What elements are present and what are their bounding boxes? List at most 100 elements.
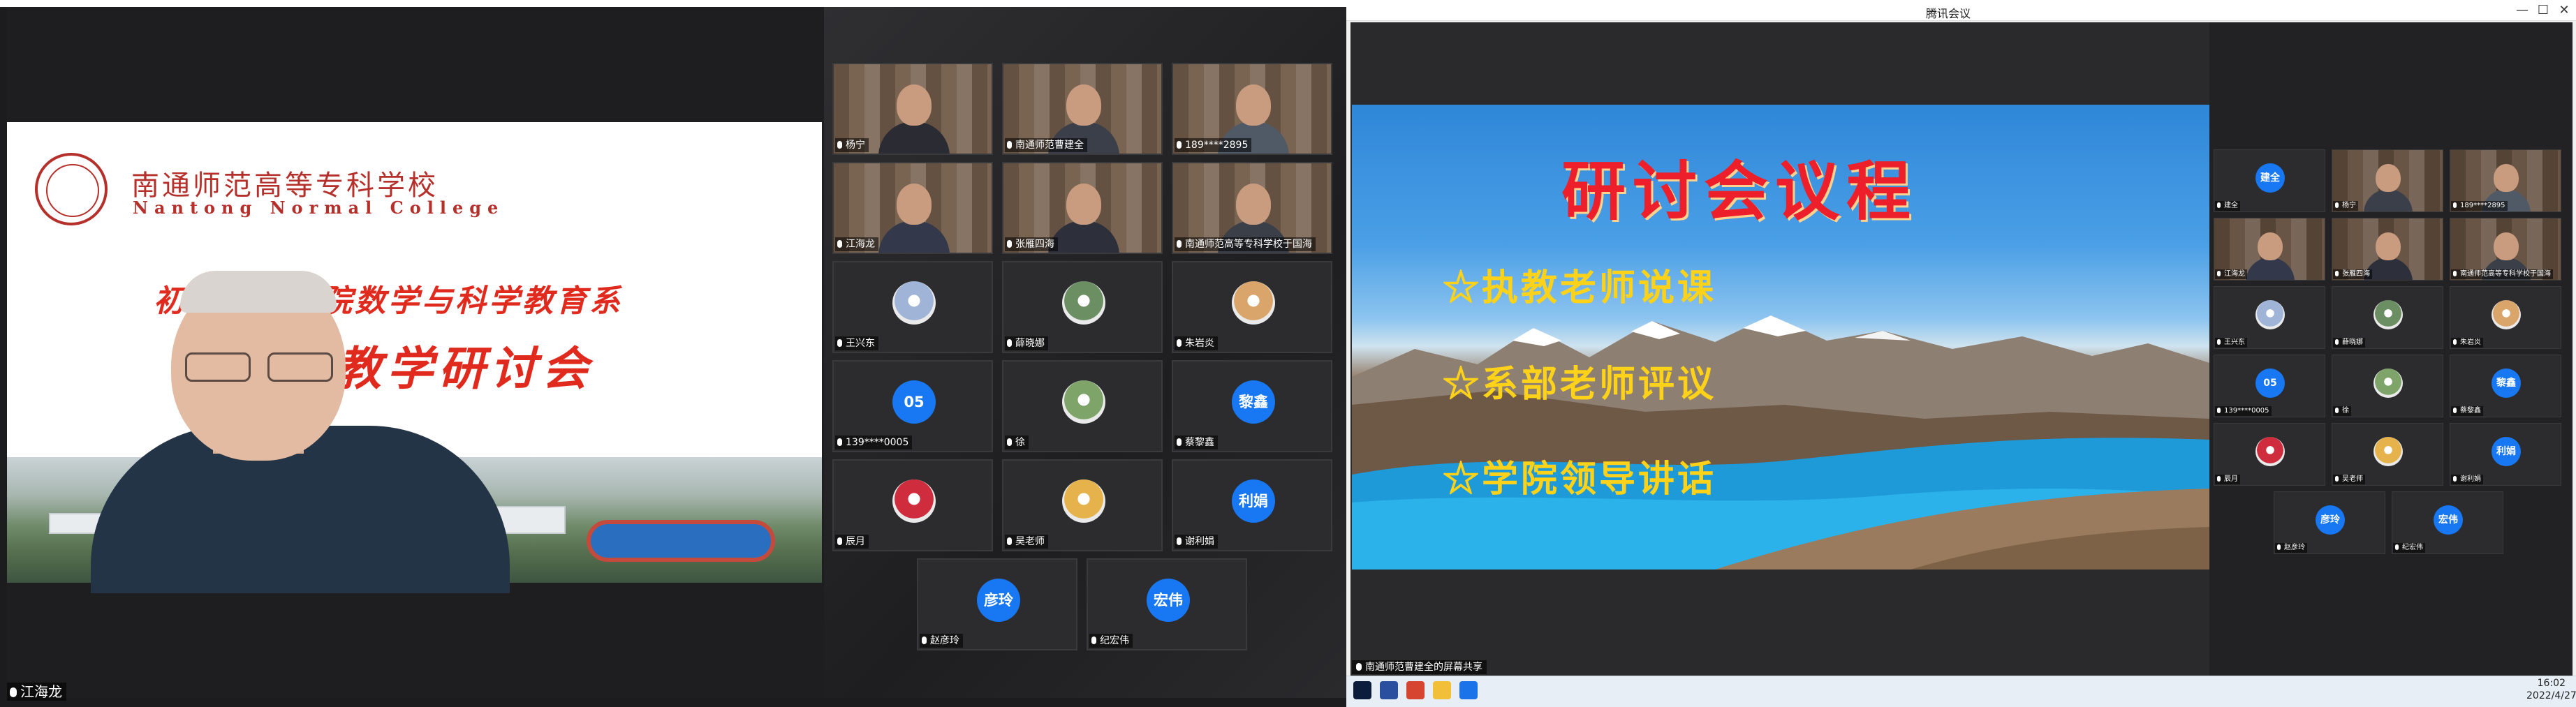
participant-tile[interactable]: 黎鑫 蔡黎鑫 — [2450, 355, 2561, 417]
avatar-initials: 05 — [2255, 368, 2285, 398]
maximize-button[interactable]: ☐ — [2535, 2, 2552, 19]
participant-tile[interactable]: 05 139****0005 — [832, 360, 993, 452]
participant-tile[interactable]: 朱岩炎 — [1172, 261, 1332, 353]
avatar-photo — [892, 281, 936, 325]
participant-name-tag: 辰月 — [835, 535, 869, 549]
participant-tile[interactable]: 南通师范高等专科学校于国海 — [1172, 162, 1332, 254]
minimize-button[interactable]: — — [2514, 2, 2531, 19]
microphone-icon — [1177, 537, 1182, 545]
participant-tile[interactable]: 吴老师 — [1002, 459, 1163, 551]
app-icon[interactable] — [1406, 681, 1425, 699]
avatar-photo — [2373, 299, 2403, 329]
participant-tile[interactable]: 189****2895 — [1172, 63, 1332, 155]
participant-name: 朱岩炎 — [2460, 338, 2481, 346]
participant-tile[interactable]: 宏伟 纪宏伟 — [1087, 558, 1247, 650]
microphone-icon — [1007, 141, 1012, 149]
participant-name: 薛晓娜 — [1015, 338, 1045, 349]
microphone-icon — [1007, 240, 1012, 248]
participant-tile[interactable]: 南通师范曹建全 — [1002, 63, 1163, 155]
right-participant-grid — [2209, 22, 2573, 676]
participant-name: 139****0005 — [846, 437, 909, 448]
meeting-icon[interactable] — [1459, 681, 1478, 699]
participant-name: 谢利娟 — [2460, 475, 2481, 483]
participant-name-tag: 南通师范曹建全 — [1005, 138, 1087, 152]
participant-name-tag: 139****0005 — [2215, 406, 2272, 416]
participant-tile[interactable]: 朱岩炎 — [2450, 286, 2561, 349]
microphone-icon — [837, 339, 842, 347]
participant-name: 王兴东 — [846, 338, 875, 349]
screen-share-status: 南通师范曹建全的屏幕共享 — [1352, 660, 1487, 674]
close-button[interactable]: ✕ — [2556, 2, 2573, 19]
microphone-icon — [2277, 544, 2281, 550]
participant-tile[interactable]: 利娟谢利娟 — [2450, 423, 2561, 486]
windows-taskbar — [1346, 676, 2576, 707]
microphone-icon — [837, 537, 842, 545]
taskbar-clock[interactable]: 16:02 2022/4/27 — [2526, 677, 2576, 702]
start-icon[interactable] — [1353, 681, 1371, 699]
participant-name: 189****2895 — [1185, 140, 1249, 151]
participant-name-tag: 赵彦玲 — [920, 634, 963, 648]
participant-tile[interactable]: 吴老师 — [2332, 423, 2443, 486]
participant-name-tag: 王兴东 — [2215, 338, 2247, 348]
microphone-icon — [1177, 141, 1182, 149]
speaker-name-tag: 江海龙 — [7, 683, 66, 701]
participant-name: 江海龙 — [2224, 270, 2245, 278]
participant-name: 徐 — [1015, 437, 1025, 448]
participant-tile[interactable]: 王兴东 — [832, 261, 993, 353]
microphone-icon — [1007, 339, 1012, 347]
speaker-hair — [180, 271, 337, 313]
clock-time: 16:02 — [2537, 678, 2566, 689]
participant-name-tag: 南通师范高等专科学校于国海 — [1175, 237, 1316, 251]
participant-name-tag: 南通师范高等专科学校于国海 — [2451, 269, 2553, 279]
participant-tile[interactable]: 徐 — [1002, 360, 1163, 452]
participant-face — [1235, 184, 1272, 225]
microphone-icon — [837, 438, 842, 446]
participant-name: 朱岩炎 — [1185, 338, 1214, 349]
participant-name-tag: 纪宏伟 — [1089, 634, 1133, 648]
participant-tile[interactable]: 杨宁 — [2332, 149, 2443, 212]
ppt-agenda-item: ☆系部老师评议 — [1443, 363, 1717, 405]
participant-tile[interactable]: 江海龙 — [832, 162, 993, 254]
participant-tile[interactable]: 王兴东 — [2214, 286, 2325, 349]
microphone-icon — [2453, 408, 2457, 413]
participant-name-tag: 薛晓娜 — [1005, 336, 1048, 350]
participant-name: 189****2895 — [2460, 202, 2505, 209]
participant-name: 辰月 — [2224, 475, 2238, 483]
avatar-photo — [2255, 299, 2285, 329]
participant-tile[interactable]: 薛晓娜 — [1002, 261, 1163, 353]
window-title: 腾讯会议 — [1926, 7, 1971, 20]
participant-tile[interactable]: 徐 — [2332, 355, 2443, 417]
participant-tile[interactable]: 张雁四海 — [1002, 162, 1163, 254]
participant-tile[interactable]: 黎鑫 蔡黎鑫 — [1172, 360, 1332, 452]
participant-tile[interactable]: 江海龙 — [2214, 218, 2325, 281]
microphone-icon — [1007, 438, 1012, 446]
avatar-photo — [2373, 436, 2403, 466]
participant-name-tag: 徐 — [2333, 406, 2351, 416]
participant-name: 谢利娟 — [1185, 536, 1214, 547]
participant-tile[interactable]: 张雁四海 — [2332, 218, 2443, 281]
folder-icon[interactable] — [1433, 681, 1451, 699]
participant-tile[interactable]: 宏伟 纪宏伟 — [2392, 491, 2503, 554]
participant-tile[interactable]: 彦玲 赵彦玲 — [917, 558, 1077, 650]
participant-tile[interactable]: 杨宁 — [832, 63, 993, 155]
participant-face — [2494, 232, 2519, 261]
participant-tile[interactable]: 利娟 谢利娟 — [1172, 459, 1332, 551]
microphone-icon — [2335, 408, 2339, 413]
participant-tile[interactable]: 建全 建全 — [2214, 149, 2325, 212]
speaker-name: 江海龙 — [20, 683, 62, 700]
avatar-initials: 建全 — [2255, 163, 2285, 193]
participant-tile[interactable]: 薛晓娜 — [2332, 286, 2443, 349]
participant-tile[interactable]: 辰月 — [832, 459, 993, 551]
participant-name: 赵彦玲 — [930, 635, 959, 646]
browser-icon[interactable] — [1380, 681, 1398, 699]
avatar-photo — [1062, 380, 1105, 424]
participant-tile[interactable]: 05 139****0005 — [2214, 355, 2325, 417]
avatar-initials: 利娟 — [2492, 436, 2521, 466]
participant-tile[interactable]: 南通师范高等专科学校于国海 — [2450, 218, 2561, 281]
participant-name-tag: 纪宏伟 — [2393, 543, 2425, 553]
participant-tile[interactable]: 189****2895 — [2450, 149, 2561, 212]
microphone-icon — [2217, 202, 2221, 208]
participant-tile[interactable]: 辰月 — [2214, 423, 2325, 486]
participant-name-tag: 张雁四海 — [1005, 237, 1058, 251]
participant-tile[interactable]: 彦玲 赵彦玲 — [2274, 491, 2385, 554]
